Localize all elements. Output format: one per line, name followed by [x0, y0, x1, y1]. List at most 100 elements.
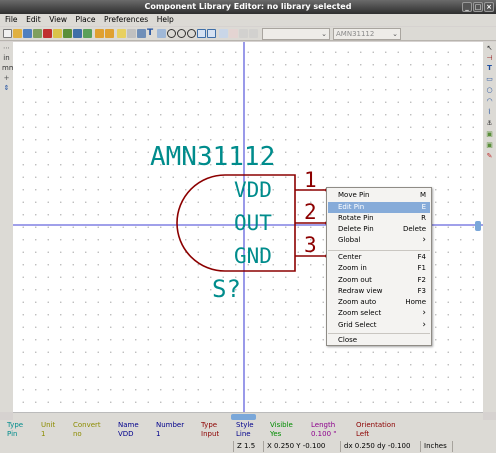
- menu-item-zoom-auto[interactable]: Zoom auto Home: [328, 297, 430, 308]
- menu-item-center[interactable]: Center F4: [328, 252, 430, 263]
- pin-1-name[interactable]: VDD: [234, 178, 272, 202]
- component-reference[interactable]: S?: [212, 275, 241, 303]
- add-circle-icon[interactable]: ○: [485, 86, 494, 94]
- info-value: Pin: [7, 430, 18, 438]
- deMorgan-normal-icon[interactable]: [219, 29, 228, 38]
- select-arrow-icon[interactable]: ↖: [485, 44, 494, 52]
- menu-separator: [328, 250, 430, 251]
- info-header: Visible: [270, 421, 293, 429]
- load-component-icon[interactable]: [63, 29, 72, 38]
- check-icon[interactable]: [157, 29, 166, 38]
- import-icon[interactable]: [33, 29, 42, 38]
- text-icon[interactable]: T: [147, 29, 156, 38]
- menu-item-edit-pin[interactable]: Edit Pin E: [328, 202, 430, 213]
- pin-1-number[interactable]: 1: [304, 168, 317, 192]
- export-icon[interactable]: [83, 29, 92, 38]
- netlist-icon[interactable]: [249, 29, 258, 38]
- properties-icon[interactable]: [117, 29, 126, 38]
- menu-item-delete-pin[interactable]: Delete Pin Delete: [328, 224, 430, 235]
- submenu-arrow-icon: ›: [422, 235, 426, 245]
- left-toolbar: ⋯ in mm + ⇕: [0, 42, 16, 412]
- window-title: Component Library Editor: no library sel…: [144, 2, 352, 11]
- menu-edit[interactable]: Edit: [23, 14, 44, 26]
- menu-item-zoom-out[interactable]: Zoom out F2: [328, 275, 430, 286]
- fields-icon[interactable]: [127, 29, 136, 38]
- zoom-redraw-icon[interactable]: [187, 29, 196, 38]
- save-component-icon[interactable]: [73, 29, 82, 38]
- horizontal-scrollbar[interactable]: [13, 412, 483, 420]
- right-toolbar: ↖ ⊣ T ▭ ○ ◠ ⌇ ⚓ ▣ ▣ ✎: [483, 42, 496, 412]
- pin-table-icon[interactable]: [137, 29, 146, 38]
- component-select[interactable]: AMN31112 ⌄: [333, 28, 401, 40]
- info-value: 1: [41, 430, 46, 438]
- menu-item-move-pin[interactable]: Move Pin M: [328, 190, 430, 201]
- component-name[interactable]: AMN31112: [150, 142, 275, 172]
- menu-item-label: Zoom in: [338, 264, 367, 272]
- add-rectangle-icon[interactable]: ▭: [485, 75, 494, 83]
- chevron-down-icon: ⌄: [321, 30, 327, 38]
- vertical-scroll-thumb[interactable]: [475, 221, 481, 231]
- menu-help[interactable]: Help: [154, 14, 177, 26]
- menu-item-label: Global: [338, 236, 361, 244]
- zoom-select-icon[interactable]: [207, 29, 216, 38]
- add-pin-icon[interactable]: ⊣: [485, 54, 494, 62]
- info-type: Type Pin: [7, 421, 23, 439]
- add-text-icon[interactable]: T: [485, 64, 494, 72]
- menu-item-zoom-select[interactable]: Zoom select ›: [328, 308, 430, 319]
- pin-visibility-icon[interactable]: ⇕: [2, 84, 11, 92]
- menu-item-accel: Delete: [403, 225, 426, 233]
- units-inch-icon[interactable]: in: [2, 54, 11, 62]
- menu-item-accel: F4: [417, 253, 426, 261]
- add-polyline-icon[interactable]: ⌇: [485, 108, 494, 116]
- add-arc-icon[interactable]: ◠: [485, 97, 494, 105]
- info-header: Unit: [41, 421, 56, 429]
- pin-3-number[interactable]: 3: [304, 233, 317, 257]
- info-value: Line: [236, 430, 251, 438]
- open-library-icon[interactable]: [13, 29, 22, 38]
- new-component-icon[interactable]: [53, 29, 62, 38]
- menu-file[interactable]: File: [2, 14, 21, 26]
- menu-preferences[interactable]: Preferences: [101, 14, 151, 26]
- save-library-icon[interactable]: [23, 29, 32, 38]
- menu-item-accel: F3: [417, 287, 426, 295]
- menu-item-rotate-pin[interactable]: Rotate Pin R: [328, 213, 430, 224]
- menu-item-grid-select[interactable]: Grid Select ›: [328, 320, 430, 331]
- info-header: Type: [7, 421, 24, 429]
- menu-item-accel: Home: [405, 298, 426, 306]
- pin-2-number[interactable]: 2: [304, 200, 317, 224]
- delete-item-icon[interactable]: ✎: [485, 152, 494, 160]
- cursor-shape-icon[interactable]: +: [2, 74, 11, 82]
- grid-icon[interactable]: ⋯: [2, 44, 11, 52]
- export-drawing-icon[interactable]: ▣: [485, 141, 494, 149]
- close-icon[interactable]: ×: [484, 2, 494, 12]
- zoom-in-icon[interactable]: [167, 29, 176, 38]
- component-select-value: AMN31112: [336, 30, 375, 38]
- menu-item-zoom-in[interactable]: Zoom in F1: [328, 263, 430, 274]
- new-library-icon[interactable]: [3, 29, 12, 38]
- pin-2-name[interactable]: OUT: [234, 211, 272, 235]
- import-drawing-icon[interactable]: ▣: [485, 130, 494, 138]
- menu-item-close[interactable]: Close: [328, 335, 430, 346]
- maximize-icon[interactable]: □: [473, 2, 483, 12]
- zoom-out-icon[interactable]: [177, 29, 186, 38]
- zoom-fit-icon[interactable]: [197, 29, 206, 38]
- menu-item-redraw-view[interactable]: Redraw view F3: [328, 286, 430, 297]
- info-convert: Convert no: [73, 421, 101, 439]
- delete-component-icon[interactable]: [43, 29, 52, 38]
- datasheet-icon[interactable]: [239, 29, 248, 38]
- menu-item-accel: F2: [417, 276, 426, 284]
- minimize-icon[interactable]: _: [462, 2, 472, 12]
- menu-place[interactable]: Place: [73, 14, 99, 26]
- unit-select[interactable]: ⌄: [262, 28, 330, 40]
- pin-3-name[interactable]: GND: [234, 244, 272, 268]
- undo-icon[interactable]: [95, 29, 104, 38]
- menu-view[interactable]: View: [46, 14, 70, 26]
- redo-icon[interactable]: [105, 29, 114, 38]
- anchor-icon[interactable]: ⚓: [485, 119, 494, 127]
- deMorgan-alt-icon[interactable]: [229, 29, 238, 38]
- units-mm-icon[interactable]: mm: [2, 64, 16, 72]
- menu-item-global[interactable]: Global ›: [328, 235, 430, 246]
- info-header: Type: [201, 421, 218, 429]
- menu-item-label: Edit Pin: [338, 203, 365, 211]
- info-pin-type: Type Input: [201, 421, 219, 439]
